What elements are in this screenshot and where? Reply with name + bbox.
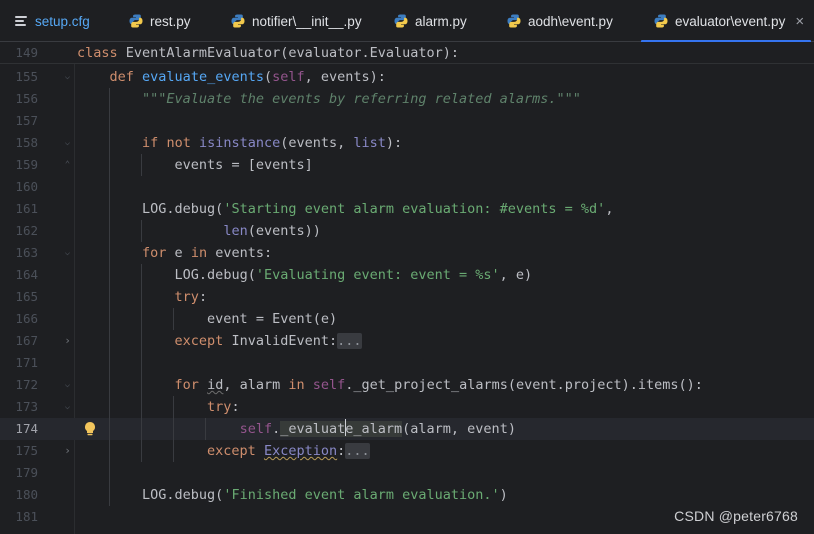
folded-code-placeholder[interactable]: ... — [337, 333, 362, 349]
line-number: 181 — [15, 509, 38, 524]
sticky-code: class EventAlarmEvaluator(evaluator.Eval… — [77, 45, 460, 61]
tab-label: rest.py — [150, 13, 191, 29]
code-line[interactable]: 155 ⌵ def evaluate_events(self, events): — [0, 66, 814, 88]
python-file-icon — [507, 14, 521, 28]
line-number: 159 — [15, 157, 38, 172]
line-number: 164 — [15, 267, 38, 282]
fold-open-icon[interactable]: ⌵ — [63, 374, 72, 396]
line-number: 157 — [15, 113, 38, 128]
line-number: 165 — [15, 289, 38, 304]
line-number: 173 — [15, 399, 38, 414]
line-number: 166 — [15, 311, 38, 326]
code-line[interactable]: 175 › except Exception:... — [0, 440, 814, 462]
code-editor[interactable]: 149 class EventAlarmEvaluator(evaluator.… — [0, 42, 814, 534]
tab-label: evaluator\event.py — [675, 13, 786, 29]
fold-collapsed-icon[interactable]: › — [63, 330, 72, 352]
line-number: 160 — [15, 179, 38, 194]
code-line[interactable]: 172 ⌵ for id, alarm in self._get_project… — [0, 374, 814, 396]
line-number: 179 — [15, 465, 38, 480]
code-line[interactable]: 164 LOG.debug('Evaluating event: event =… — [0, 264, 814, 286]
fold-open-icon[interactable]: ⌵ — [63, 396, 72, 418]
code-line[interactable]: 171 — [0, 352, 814, 374]
code-line[interactable]: 160 — [0, 176, 814, 198]
python-file-icon — [129, 14, 143, 28]
code-line[interactable]: 161 LOG.debug('Starting event alarm eval… — [0, 198, 814, 220]
sticky-class-header[interactable]: 149 class EventAlarmEvaluator(evaluator.… — [0, 42, 814, 64]
python-file-icon — [654, 14, 668, 28]
code-line[interactable]: 156 """Evaluate the events by referring … — [0, 88, 814, 110]
line-number: 161 — [15, 201, 38, 216]
folded-code-placeholder[interactable]: ... — [345, 443, 370, 459]
code-line[interactable]: 173 ⌵ try: — [0, 396, 814, 418]
line-number: 162 — [15, 223, 38, 238]
python-file-icon — [394, 14, 408, 28]
fold-open-icon[interactable]: ⌵ — [63, 242, 72, 264]
code-line[interactable]: 166 event = Event(e) — [0, 308, 814, 330]
config-file-icon — [15, 16, 27, 26]
line-number: 167 — [15, 333, 38, 348]
code-line[interactable]: 179 — [0, 462, 814, 484]
editor-tab-bar: setup.cfg rest.py notifier\__init__.py a… — [0, 0, 814, 43]
fold-open-icon[interactable]: ⌵ — [63, 66, 72, 88]
close-tab-icon[interactable]: × — [795, 14, 804, 29]
line-number: 180 — [15, 487, 38, 502]
code-line[interactable]: 158 ⌵ if not isinstance(events, list): — [0, 132, 814, 154]
line-number: 172 — [15, 377, 38, 392]
line-number: 149 — [15, 45, 38, 60]
code-line[interactable]: 157 — [0, 110, 814, 132]
tab-aodh-event-py[interactable]: aodh\event.py — [507, 0, 613, 42]
fold-collapsed-icon[interactable]: › — [63, 440, 72, 462]
code-line[interactable]: 180 LOG.debug('Finished event alarm eval… — [0, 484, 814, 506]
tab-alarm-py[interactable]: alarm.py — [394, 0, 467, 42]
fold-open-icon[interactable]: ⌵ — [63, 132, 72, 154]
code-line[interactable]: 162 len(events)) — [0, 220, 814, 242]
code-line[interactable]: 165 try: — [0, 286, 814, 308]
csdn-watermark: CSDN @peter6768 — [674, 508, 798, 524]
line-number: 174 — [15, 421, 38, 436]
line-number: 171 — [15, 355, 38, 370]
line-number: 158 — [15, 135, 38, 150]
line-number: 155 — [15, 69, 38, 84]
fold-end-icon[interactable]: ⌃ — [63, 154, 72, 176]
python-file-icon — [231, 14, 245, 28]
code-line[interactable]: 167 › except InvalidEvent:... — [0, 330, 814, 352]
tab-setup-cfg[interactable]: setup.cfg — [15, 0, 90, 42]
tab-evaluator-event-py[interactable]: evaluator\event.py × — [641, 0, 811, 43]
tab-rest-py[interactable]: rest.py — [129, 0, 191, 42]
code-line-current[interactable]: 174 self._evaluate_alarm(alarm, event) — [0, 418, 814, 440]
code-line[interactable]: 163 ⌵ for e in events: — [0, 242, 814, 264]
tab-label: aodh\event.py — [528, 13, 613, 29]
tab-notifier-init-py[interactable]: notifier\__init__.py — [231, 0, 362, 42]
tab-label: setup.cfg — [35, 13, 90, 29]
tab-label: alarm.py — [415, 13, 467, 29]
code-line[interactable]: 159 ⌃ events = [events] — [0, 154, 814, 176]
line-number: 175 — [15, 443, 38, 458]
line-number: 156 — [15, 91, 38, 106]
tab-label: notifier\__init__.py — [252, 13, 362, 29]
line-number: 163 — [15, 245, 38, 260]
